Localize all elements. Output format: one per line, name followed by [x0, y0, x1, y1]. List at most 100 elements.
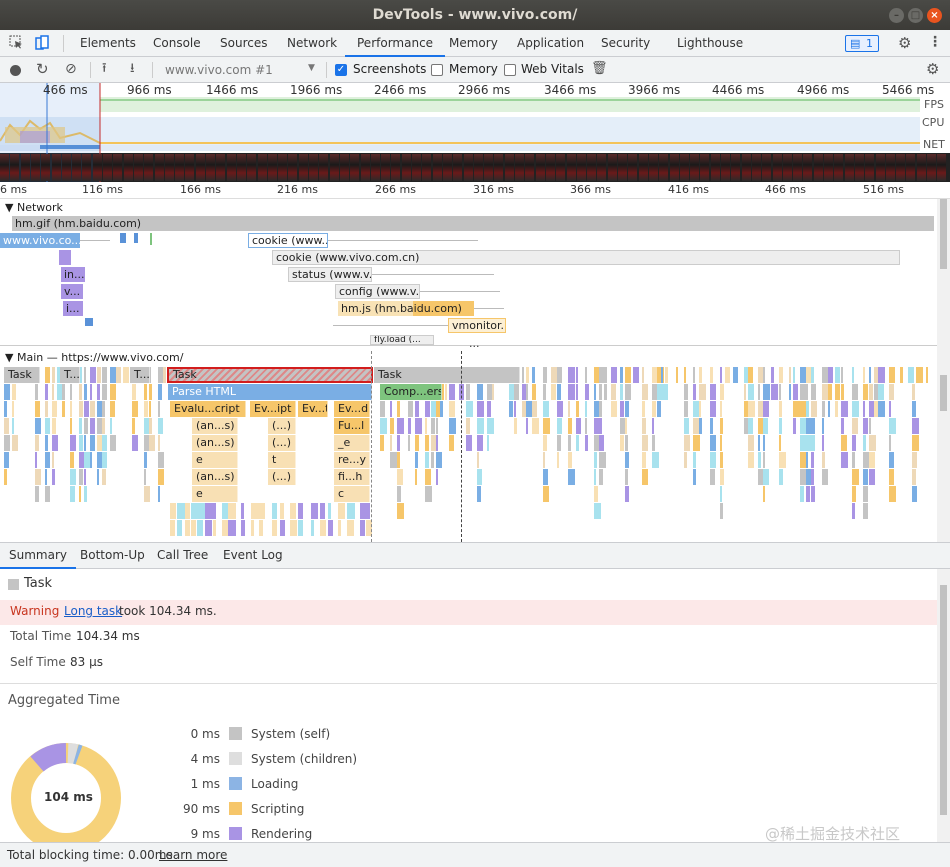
flame-slice[interactable]	[576, 418, 581, 434]
flame-slice[interactable]	[532, 367, 535, 383]
flame-slice[interactable]	[684, 384, 688, 400]
flame-slice[interactable]	[35, 452, 37, 468]
screenshot-frame[interactable]	[432, 154, 442, 181]
flame-slice[interactable]	[144, 384, 147, 400]
flame-slice[interactable]	[822, 401, 825, 417]
screenshot-frame[interactable]	[226, 154, 236, 181]
flame-slice[interactable]	[852, 401, 859, 417]
screenshot-frame[interactable]	[350, 154, 360, 181]
flame-slice[interactable]	[45, 401, 48, 417]
flame-slice[interactable]	[841, 367, 843, 383]
capture-settings-gear-icon[interactable]: ⚙	[926, 60, 939, 78]
flame-slice[interactable]	[625, 486, 629, 502]
screenshot-frame[interactable]	[690, 154, 700, 181]
timeline-overview[interactable]: 466 ms 966 ms 1466 ms 1966 ms 2466 ms 29…	[0, 83, 950, 182]
maximize-icon[interactable]: □	[908, 8, 923, 23]
screenshot-frame[interactable]	[298, 154, 308, 181]
flame-slice[interactable]	[720, 401, 722, 417]
flame-slice[interactable]	[684, 401, 688, 417]
flame-slice[interactable]	[642, 435, 648, 451]
flame-slice[interactable]	[436, 418, 438, 434]
network-request-bar[interactable]: status (www.v...	[288, 267, 372, 282]
flame-slice[interactable]	[79, 435, 83, 451]
flame-slice[interactable]	[789, 367, 791, 383]
request-mini-bar[interactable]	[59, 250, 71, 265]
request-mini-bar[interactable]	[85, 318, 93, 326]
flame-slice[interactable]	[822, 452, 825, 468]
network-request-bar[interactable]: vmonitor...	[448, 318, 506, 333]
flame-slice[interactable]	[720, 469, 724, 485]
flame-slice[interactable]	[35, 384, 38, 400]
flame-slice[interactable]	[543, 452, 545, 468]
flame-slice[interactable]	[585, 367, 587, 383]
flame-slice[interactable]	[149, 384, 152, 400]
flame-slice[interactable]	[477, 469, 482, 485]
flame-slice[interactable]	[710, 435, 716, 451]
more-menu-icon[interactable]: ⋮	[928, 33, 942, 51]
flame-slice[interactable]	[228, 503, 236, 519]
flame-slice[interactable]	[811, 486, 815, 502]
flame-slice[interactable]	[699, 367, 702, 383]
screenshot-frame[interactable]	[247, 154, 257, 181]
close-icon[interactable]: ×	[927, 8, 942, 23]
function-call-block[interactable]: t	[268, 452, 296, 468]
flame-slice[interactable]	[328, 520, 333, 536]
screenshot-frame[interactable]	[175, 154, 185, 181]
function-call-block[interactable]: c	[334, 486, 370, 502]
screenshot-frame[interactable]	[103, 154, 112, 181]
flame-slice[interactable]	[594, 469, 596, 485]
tab-elements[interactable]: Elements	[80, 30, 136, 57]
flame-slice[interactable]	[642, 367, 644, 383]
function-call-block[interactable]: (an...s)	[192, 435, 238, 451]
flame-slice[interactable]	[652, 452, 659, 468]
tab-memory[interactable]: Memory	[449, 30, 498, 57]
screenshot-frame[interactable]	[700, 154, 710, 181]
flame-slice[interactable]	[599, 452, 606, 468]
flame-slice[interactable]	[425, 469, 431, 485]
flame-slice[interactable]	[594, 452, 597, 468]
screenshot-frame[interactable]	[41, 154, 51, 181]
flame-slice[interactable]	[869, 367, 871, 383]
screenshot-frame[interactable]	[463, 154, 473, 181]
flame-slice[interactable]	[158, 469, 164, 485]
flame-slice[interactable]	[163, 367, 166, 383]
screenshot-frame[interactable]	[72, 154, 82, 181]
flame-slice[interactable]	[568, 401, 570, 417]
screenshot-frame[interactable]	[61, 154, 71, 181]
request-mini-bar[interactable]	[120, 233, 126, 243]
flame-slice[interactable]	[185, 520, 190, 536]
screenshot-frame[interactable]	[319, 154, 329, 181]
flame-slice[interactable]	[725, 367, 730, 383]
flame-slice[interactable]	[52, 469, 55, 485]
screenshot-frame[interactable]	[576, 154, 586, 181]
flame-slice[interactable]	[445, 384, 447, 400]
parse-html-block[interactable]: Parse HTML	[168, 384, 372, 400]
flame-slice[interactable]	[758, 384, 760, 400]
flame-slice[interactable]	[661, 367, 663, 383]
flame-slice[interactable]	[431, 452, 434, 468]
flame-slice[interactable]	[259, 520, 263, 536]
screenshot-frame[interactable]	[906, 154, 916, 181]
flame-slice[interactable]	[4, 384, 10, 400]
screenshot-frame[interactable]	[216, 154, 226, 181]
flame-slice[interactable]	[522, 367, 524, 383]
screenshot-frame[interactable]	[659, 154, 669, 181]
screenshot-frame[interactable]	[257, 154, 267, 181]
flame-slice[interactable]	[763, 401, 769, 417]
screenshot-frame[interactable]	[133, 154, 143, 181]
screenshot-frame[interactable]	[329, 154, 339, 181]
flame-slice[interactable]	[90, 418, 95, 434]
flame-slice[interactable]	[397, 469, 403, 485]
flame-slice[interactable]	[912, 384, 915, 400]
flame-slice[interactable]	[477, 486, 481, 502]
flame-slice[interactable]	[70, 486, 75, 502]
flame-slice[interactable]	[397, 435, 400, 451]
flame-slice[interactable]	[205, 503, 213, 519]
screenshot-frame[interactable]	[679, 154, 689, 181]
flame-slice[interactable]	[594, 384, 596, 400]
flame-slice[interactable]	[397, 486, 401, 502]
flame-slice[interactable]	[889, 435, 891, 451]
flame-slice[interactable]	[543, 384, 546, 400]
flame-slice[interactable]	[177, 503, 185, 519]
tab-summary[interactable]: Summary	[0, 542, 76, 569]
